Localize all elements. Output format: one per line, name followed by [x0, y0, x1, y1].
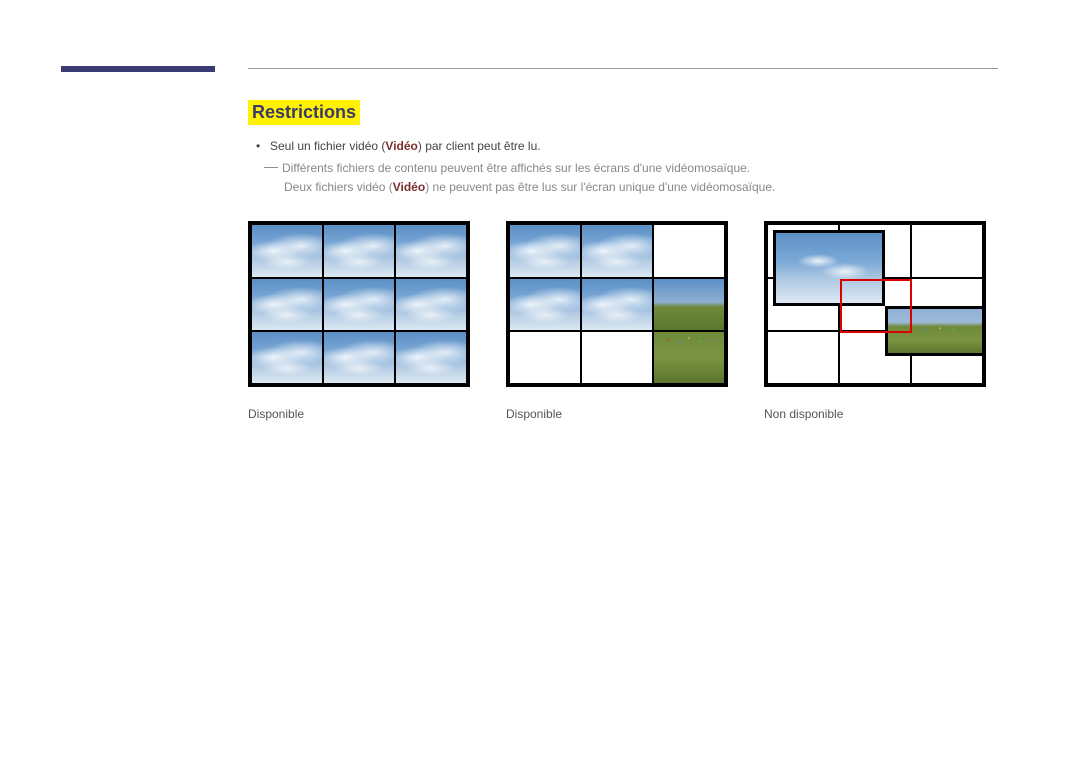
diagram-available-1: Disponible: [248, 221, 470, 421]
grid-cell: [323, 331, 395, 384]
video-wall-grid: [248, 221, 470, 387]
grid-cell: [395, 224, 467, 277]
grid-cell: [767, 331, 839, 384]
diagram-caption: Disponible: [506, 407, 728, 421]
grid-cell: [509, 278, 581, 331]
bullet-dot-icon: •: [256, 139, 270, 153]
diagram-row: Disponible Disponible: [248, 221, 998, 421]
grid-cell: [251, 224, 323, 277]
header-accent-bar: [61, 66, 215, 72]
grid-cell: [395, 331, 467, 384]
grid-cell: [581, 278, 653, 331]
grid-cell: [911, 224, 983, 277]
bullet-text: Seul un fichier vidéo (Vidéo) par client…: [270, 139, 541, 153]
video-wall-grid: [506, 221, 728, 387]
grid-cell: [509, 331, 581, 384]
header-divider-line: [248, 68, 998, 69]
diagram-caption: Non disponible: [764, 407, 986, 421]
page-content: Restrictions • Seul un fichier vidéo (Vi…: [248, 100, 998, 421]
grid-cell: [509, 224, 581, 277]
sub-line: Deux fichiers vidéo (Vidéo) ne peuvent p…: [284, 178, 998, 197]
bullet-item: • Seul un fichier vidéo (Vidéo) par clie…: [256, 139, 998, 153]
text-highlight: Vidéo: [385, 139, 417, 153]
diagram-not-available: Non disponible: [764, 221, 986, 421]
sub-line: ―Différents fichiers de contenu peuvent …: [284, 159, 998, 178]
text-highlight: Vidéo: [393, 180, 425, 194]
bullet-list: • Seul un fichier vidéo (Vidéo) par clie…: [256, 139, 998, 153]
text-post: ) ne peuvent pas être lus sur l'écran un…: [425, 180, 775, 194]
diagram-available-2: Disponible: [506, 221, 728, 421]
conflict-highlight-icon: [840, 279, 912, 333]
grid-cell: [323, 224, 395, 277]
text-post: ) par client peut être lu.: [418, 139, 541, 153]
diagram-caption: Disponible: [248, 407, 470, 421]
video-wall-grid: [764, 221, 986, 387]
grid-cell: [653, 331, 725, 384]
text-pre: Deux fichiers vidéo (: [284, 180, 393, 194]
grid-cell: [323, 278, 395, 331]
section-heading: Restrictions: [248, 100, 360, 125]
grid-cell: [395, 278, 467, 331]
grid-cell: [581, 331, 653, 384]
grid-cell: [251, 331, 323, 384]
grid-cell: [251, 278, 323, 331]
sub-note: ―Différents fichiers de contenu peuvent …: [284, 159, 998, 197]
text-pre: Seul un fichier vidéo (: [270, 139, 385, 153]
grid-cell: [581, 224, 653, 277]
dash-icon: ―: [264, 159, 282, 173]
grid-cell: [653, 224, 725, 277]
grid-cell: [653, 278, 725, 331]
sub-text: Différents fichiers de contenu peuvent ê…: [282, 161, 750, 175]
